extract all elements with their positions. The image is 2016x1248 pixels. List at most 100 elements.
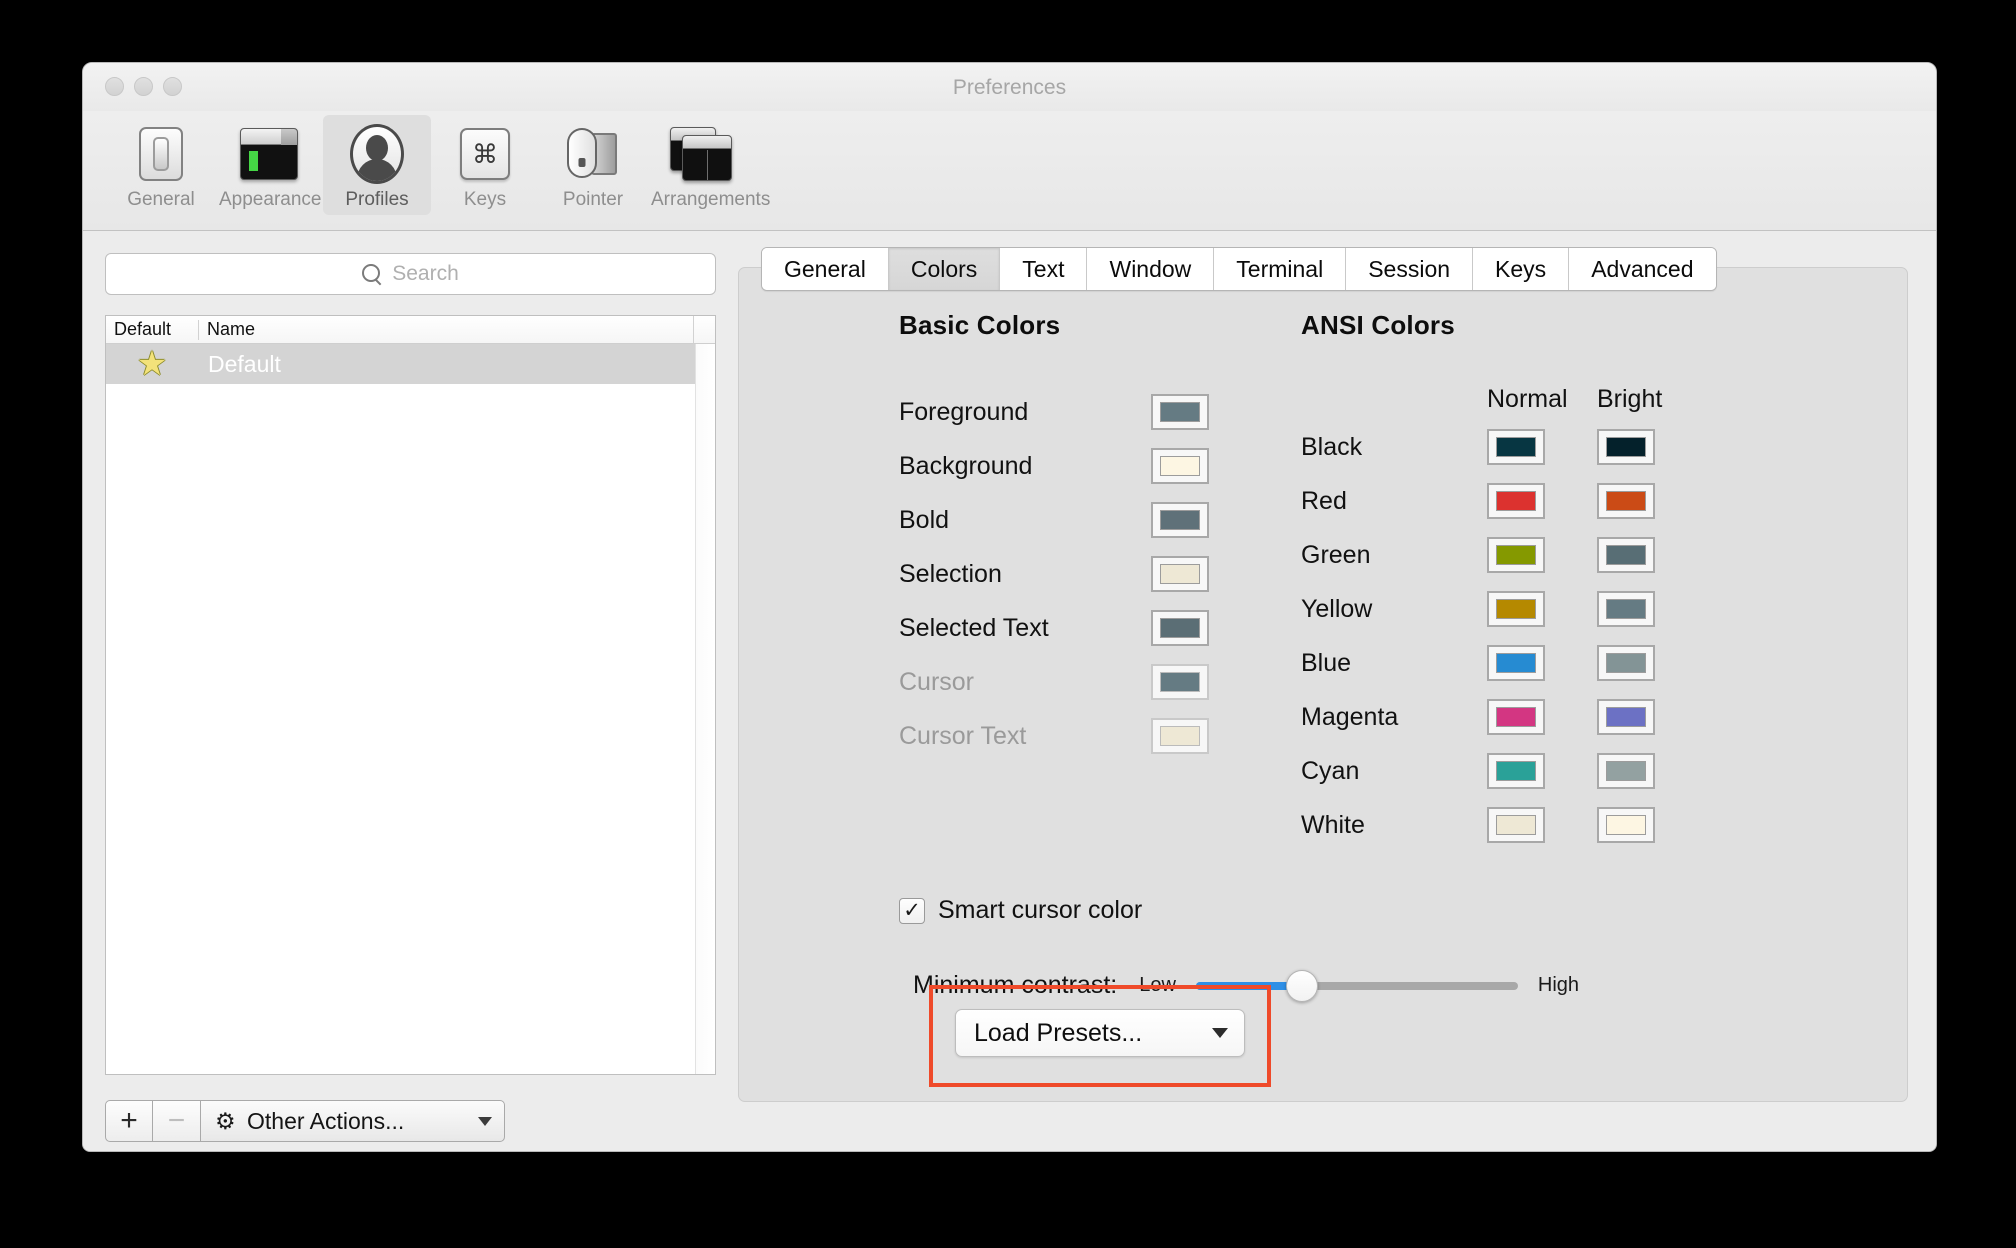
ansi-row-red: Red (1301, 474, 1707, 528)
color-well-white-bright[interactable] (1597, 807, 1655, 843)
label-cursor: Cursor (899, 667, 975, 696)
tab-keys[interactable]: Keys (1473, 248, 1570, 290)
tab-window[interactable]: Window (1087, 248, 1215, 290)
color-well-red-bright[interactable] (1597, 483, 1655, 519)
toolbar-item-keys[interactable]: ⌘ Keys (431, 115, 539, 215)
profile-tabview: General Colors Text Window Terminal Sess… (738, 247, 1908, 1102)
ansi-row-cyan: Cyan (1301, 744, 1707, 798)
label-black: Black (1301, 432, 1363, 461)
profiles-list-header: Default Name (106, 316, 715, 344)
color-well-magenta-normal[interactable] (1487, 699, 1545, 735)
preferences-window: Preferences General Appearance Profiles … (82, 62, 1937, 1152)
add-profile-button[interactable]: + (105, 1100, 153, 1142)
tab-colors[interactable]: Colors (888, 248, 1001, 290)
table-row[interactable]: ★ Default (106, 344, 715, 384)
color-well-cursor[interactable] (1151, 664, 1209, 700)
toolbar-item-arrangements[interactable]: Arrangements (647, 115, 770, 215)
color-well-magenta-bright[interactable] (1597, 699, 1655, 735)
label-yellow: Yellow (1301, 594, 1373, 623)
toolbar-label-profiles: Profiles (345, 189, 409, 210)
color-well-background[interactable] (1151, 448, 1209, 484)
search-placeholder: Search (392, 262, 459, 285)
toolbar-label-general: General (127, 189, 195, 210)
default-star-icon[interactable]: ★ (106, 347, 198, 381)
color-well-cyan-bright[interactable] (1597, 753, 1655, 789)
title-bar: Preferences (83, 63, 1936, 111)
basic-color-row-bold: Bold (899, 493, 1209, 547)
label-white: White (1301, 810, 1365, 839)
toolbar-item-profiles[interactable]: Profiles (323, 115, 431, 215)
color-well-black-bright[interactable] (1597, 429, 1655, 465)
color-well-cyan-normal[interactable] (1487, 753, 1545, 789)
color-well-black-normal[interactable] (1487, 429, 1545, 465)
window-body: Search Default Name ★ Default + − ⚙ Othe… (83, 231, 1936, 1151)
color-well-white-normal[interactable] (1487, 807, 1545, 843)
load-presets-label: Load Presets... (974, 1018, 1143, 1047)
color-well-bold[interactable] (1151, 502, 1209, 538)
color-well-selected-text[interactable] (1151, 610, 1209, 646)
color-well-cursor-text[interactable] (1151, 718, 1209, 754)
mouse-icon (543, 121, 643, 187)
label-green: Green (1301, 540, 1371, 569)
chevron-down-icon (1212, 1028, 1228, 1038)
label-selected-text: Selected Text (899, 613, 1049, 642)
load-presets-button[interactable]: Load Presets... (955, 1009, 1245, 1057)
other-actions-button[interactable]: ⚙ Other Actions... (200, 1100, 505, 1142)
profiles-list: Default Name ★ Default (105, 315, 716, 1075)
ansi-row-black: Black (1301, 420, 1707, 474)
basic-color-row-selected-text: Selected Text (899, 601, 1209, 655)
color-well-blue-normal[interactable] (1487, 645, 1545, 681)
toolbar-item-general[interactable]: General (107, 115, 215, 215)
column-header-name[interactable]: Name (199, 319, 693, 340)
ansi-header-normal: Normal (1487, 385, 1568, 413)
tab-session[interactable]: Session (1346, 248, 1474, 290)
color-well-yellow-normal[interactable] (1487, 591, 1545, 627)
remove-profile-button[interactable]: − (153, 1100, 201, 1142)
ansi-row-magenta: Magenta (1301, 690, 1707, 744)
tab-terminal[interactable]: Terminal (1214, 248, 1347, 290)
color-well-red-normal[interactable] (1487, 483, 1545, 519)
color-well-green-normal[interactable] (1487, 537, 1545, 573)
toolbar-item-pointer[interactable]: Pointer (539, 115, 647, 215)
toolbar-label-pointer: Pointer (562, 189, 624, 210)
ansi-row-yellow: Yellow (1301, 582, 1707, 636)
ansi-row-white: White (1301, 798, 1707, 852)
smart-cursor-color-row: ✓ Smart cursor color (899, 896, 1907, 925)
profile-tab-bar: General Colors Text Window Terminal Sess… (761, 247, 1717, 291)
label-bold: Bold (899, 505, 950, 534)
profiles-sidebar: Search Default Name ★ Default + − ⚙ Othe… (83, 231, 738, 1151)
color-well-blue-bright[interactable] (1597, 645, 1655, 681)
label-blue: Blue (1301, 648, 1352, 677)
toolbar-label-keys: Keys (463, 189, 507, 210)
basic-colors-title: Basic Colors (899, 310, 1061, 340)
search-field[interactable]: Search (105, 253, 716, 295)
label-magenta: Magenta (1301, 702, 1399, 731)
color-well-foreground[interactable] (1151, 394, 1209, 430)
color-well-yellow-bright[interactable] (1597, 591, 1655, 627)
tab-advanced[interactable]: Advanced (1569, 248, 1716, 290)
profile-name: Default (208, 350, 281, 377)
color-well-green-bright[interactable] (1597, 537, 1655, 573)
ansi-row-blue: Blue (1301, 636, 1707, 690)
basic-color-row-cursor-text: Cursor Text (899, 709, 1209, 763)
toolbar-label-appearance: Appearance (219, 189, 322, 210)
basic-color-row-selection: Selection (899, 547, 1209, 601)
profiles-list-body: ★ Default (106, 344, 715, 1074)
ansi-column-headers: Normal Bright (1301, 385, 1707, 414)
column-options-grip[interactable] (693, 316, 715, 343)
toolbar-item-appearance[interactable]: Appearance (215, 115, 323, 215)
label-cursor-text: Cursor Text (899, 721, 1027, 750)
switch-icon (111, 121, 211, 187)
color-well-selection[interactable] (1151, 556, 1209, 592)
command-key-icon: ⌘ (435, 121, 535, 187)
label-background: Background (899, 451, 1033, 480)
tab-text[interactable]: Text (1000, 248, 1088, 290)
column-header-default[interactable]: Default (106, 319, 198, 340)
smart-cursor-color-checkbox[interactable]: ✓ (899, 897, 925, 924)
profiles-list-scrollbar[interactable] (695, 344, 715, 1074)
label-cyan: Cyan (1301, 756, 1360, 785)
tab-general[interactable]: General (762, 248, 889, 290)
ansi-colors-title: ANSI Colors (1301, 310, 1455, 340)
ansi-row-green: Green (1301, 528, 1707, 582)
slider-knob[interactable] (1286, 969, 1319, 1002)
